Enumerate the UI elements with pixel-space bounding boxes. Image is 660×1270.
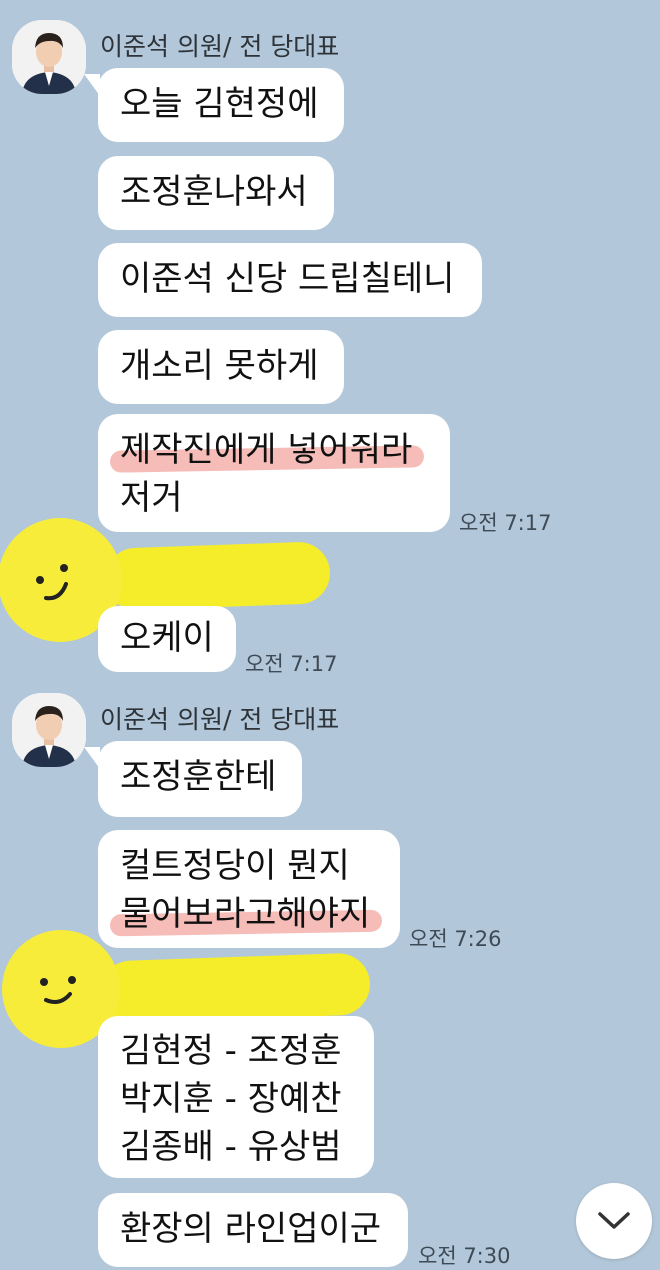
highlighted-text: 물어보라고해야지 [120,894,371,934]
message-text: 조정훈한테 [120,757,277,797]
message-bubble[interactable]: 개소리 못하게 [98,330,344,404]
person-photo-icon [12,20,86,94]
profile-avatar[interactable] [12,20,86,94]
message-bubble[interactable]: 이준석 신당 드립칠테니 [98,243,482,317]
message-bubble[interactable]: 컬트정당이 뭔지 물어보라고해야지 [98,830,400,948]
message-time: 오전 7:17 [459,511,552,535]
profile-avatar[interactable] [12,693,86,767]
message-bubble[interactable]: 조정훈나와서 [98,156,334,230]
scroll-down-button[interactable] [576,1183,652,1259]
person-photo-icon [12,693,86,767]
message-bubble[interactable]: 오늘 김현정에 [98,68,344,142]
message-bubble[interactable]: 조정훈한테 [98,741,302,817]
message-text: 조정훈나와서 [120,172,308,212]
chevron-down-icon [598,1212,630,1229]
message-bubble[interactable]: 제작진에게 넣어줘라 저거 [98,414,450,532]
message-bubble[interactable]: 김현정 - 조정훈 박지훈 - 장예찬 김종배 - 유상범 [98,1016,374,1178]
chat-room[interactable]: 이준석 의원/ 전 당대표 오늘 김현정에 조정훈나와서 이준석 신당 드립칠테… [0,0,660,1268]
redaction-mark [103,541,332,611]
redaction-mark [99,952,371,1024]
list-item: 김종배 - 유상범 [120,1127,342,1167]
message-bubble[interactable]: 오케이 [98,606,236,672]
message-time: 오전 7:26 [409,927,502,951]
message-text: 오케이 [120,618,214,658]
sender-name: 이준석 의원/ 전 당대표 [100,705,340,734]
highlighted-text: 제작진에게 넣어줘라 [120,430,413,470]
message-text: 환장의 라인업이군 [120,1209,382,1249]
message-text: 컬트정당이 뭔지 [120,846,350,886]
message-text: 이준석 신당 드립칠테니 [120,259,455,299]
message-time: 오전 7:30 [418,1244,511,1268]
message-bubble[interactable]: 환장의 라인업이군 [98,1193,408,1267]
list-item: 김현정 - 조정훈 [120,1031,342,1071]
list-item: 박지훈 - 장예찬 [120,1079,342,1119]
message-text: 저거 [120,478,183,518]
message-text: 개소리 못하게 [120,346,319,386]
message-time: 오전 7:17 [245,652,338,676]
sender-name: 이준석 의원/ 전 당대표 [100,32,340,61]
message-text: 오늘 김현정에 [120,84,319,124]
